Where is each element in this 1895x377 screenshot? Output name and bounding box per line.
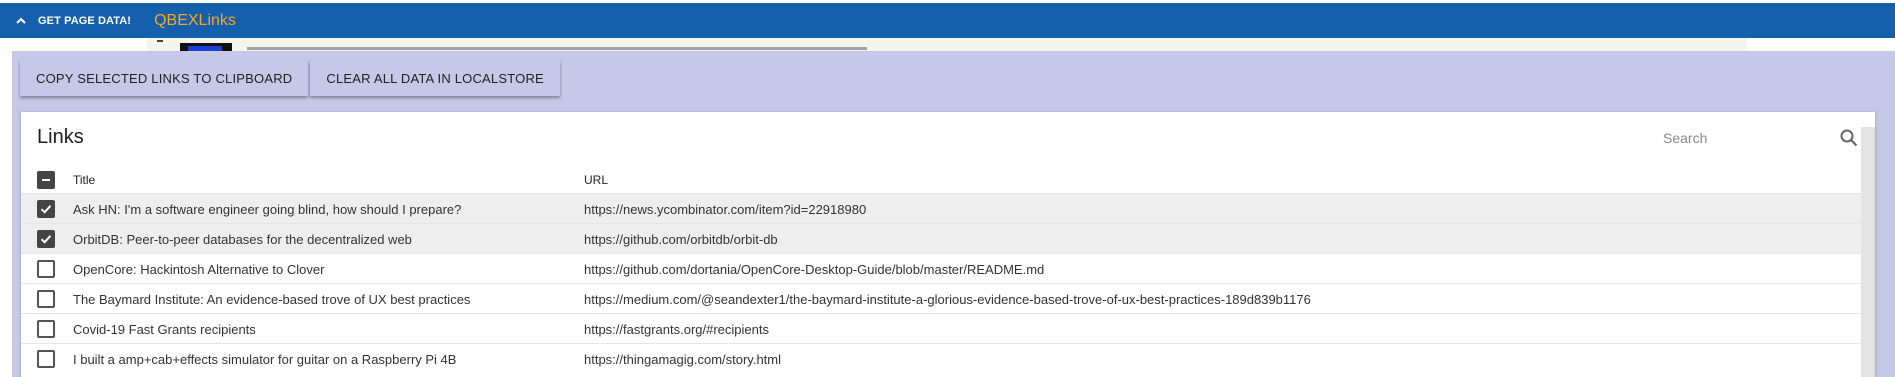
select-all-checkbox[interactable] xyxy=(37,171,55,189)
get-page-data-button[interactable]: GET PAGE DATA! xyxy=(38,15,131,27)
row-url: https://medium.com/@seandexter1/the-baym… xyxy=(584,291,1311,307)
action-bar: COPY SELECTED LINKS TO CLIPBOARD CLEAR A… xyxy=(20,60,560,96)
column-header-url[interactable]: URL xyxy=(584,173,1861,187)
row-checkbox[interactable] xyxy=(37,350,55,368)
table-row[interactable]: I built a amp+cab+effects simulator for … xyxy=(21,343,1861,374)
row-title: The Baymard Institute: An evidence-based… xyxy=(73,291,471,307)
copy-selected-links-button[interactable]: COPY SELECTED LINKS TO CLIPBOARD xyxy=(20,60,309,96)
extension-panel: COPY SELECTED LINKS TO CLIPBOARD CLEAR A… xyxy=(12,51,1895,377)
search-input[interactable] xyxy=(1661,126,1825,150)
top-bar: GET PAGE DATA! QBEXLinks xyxy=(0,3,1895,38)
row-url: https://thingamagig.com/story.html xyxy=(584,351,782,367)
search-box xyxy=(1661,126,1861,150)
row-title: I built a amp+cab+effects simulator for … xyxy=(73,351,457,367)
table-row[interactable]: OrbitDB: Peer-to-peer databases for the … xyxy=(21,223,1861,254)
row-title: OpenCore: Hackintosh Alternative to Clov… xyxy=(73,261,325,277)
chevron-up-icon[interactable] xyxy=(14,14,28,28)
row-title: OrbitDB: Peer-to-peer databases for the … xyxy=(73,231,412,247)
row-checkbox[interactable] xyxy=(37,200,55,218)
table-row[interactable]: Covid-19 Fast Grants recipients https://… xyxy=(21,313,1861,344)
table-row[interactable]: Ask HN: I'm a software engineer going bl… xyxy=(21,193,1861,224)
table-row[interactable]: OpenCore: Hackintosh Alternative to Clov… xyxy=(21,253,1861,284)
row-checkbox[interactable] xyxy=(37,320,55,338)
row-checkbox[interactable] xyxy=(37,230,55,248)
clear-localstore-button[interactable]: CLEAR ALL DATA IN LOCALSTORE xyxy=(310,60,560,96)
preview-arrow-icon xyxy=(157,40,163,42)
minus-icon xyxy=(42,179,50,181)
links-card: Links Title URL xyxy=(21,112,1875,377)
row-url: https://fastgrants.org/#recipients xyxy=(584,321,769,337)
preview-text xyxy=(247,47,867,50)
column-header-title[interactable]: Title xyxy=(73,173,584,187)
row-title: Covid-19 Fast Grants recipients xyxy=(73,321,256,337)
search-icon[interactable] xyxy=(1839,128,1859,148)
table-header: Title URL xyxy=(21,169,1861,191)
links-card-header: Links xyxy=(21,112,1875,162)
table-row[interactable]: The Baymard Institute: An evidence-based… xyxy=(21,283,1861,314)
background-page-preview xyxy=(147,38,1747,52)
check-icon xyxy=(40,205,52,214)
app-brand: QBEXLinks xyxy=(154,11,236,29)
row-checkbox[interactable] xyxy=(37,260,55,278)
row-checkbox[interactable] xyxy=(37,290,55,308)
row-url: https://news.ycombinator.com/item?id=229… xyxy=(584,201,867,217)
links-title: Links xyxy=(37,126,84,148)
row-title: Ask HN: I'm a software engineer going bl… xyxy=(73,201,462,217)
vertical-scrollbar[interactable] xyxy=(1861,127,1875,377)
check-icon xyxy=(40,235,52,244)
row-url: https://github.com/orbitdb/orbit-db xyxy=(584,231,778,247)
row-url: https://github.com/dortania/OpenCore-Des… xyxy=(584,261,1045,277)
